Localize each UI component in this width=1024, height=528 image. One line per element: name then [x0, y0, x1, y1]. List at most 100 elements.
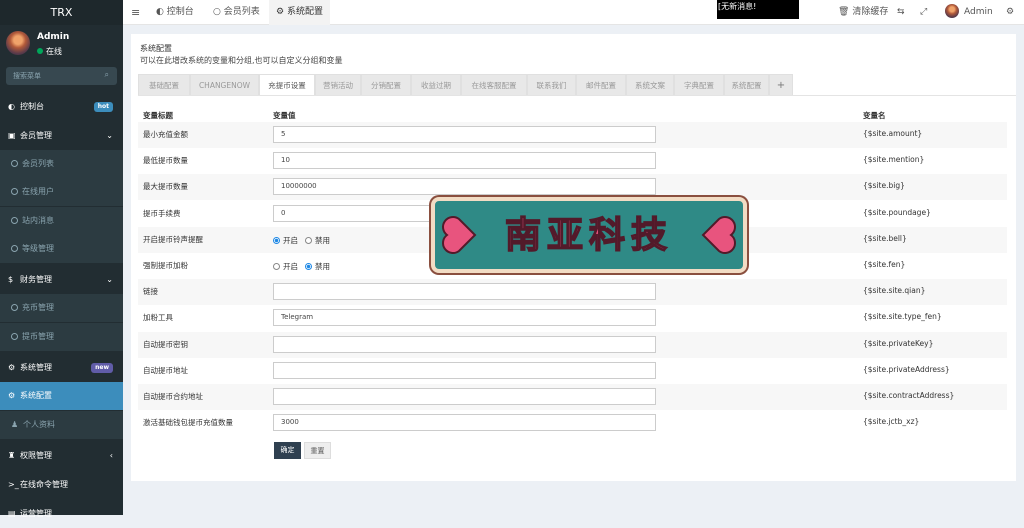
user-panel: Admin 在线	[0, 25, 123, 63]
header-title: 变量标题	[143, 111, 173, 120]
user-menu[interactable]: Admin	[945, 0, 993, 25]
row-variable-name: {$site.privateAddress}	[863, 364, 950, 374]
settings-icon[interactable]: ⚙	[1006, 0, 1014, 25]
tab-customer-service[interactable]: 在线客服配置	[461, 74, 527, 96]
sidebar-item-dashboard[interactable]: ◐ 控制台 hot	[0, 93, 123, 121]
sidebar-item-permissions[interactable]: ♜ 权限管理 ‹	[0, 442, 123, 470]
sidebar-search[interactable]: 搜索菜单 ⌕	[6, 67, 117, 85]
trash-icon: 🗑	[838, 7, 850, 17]
sidebar-item-label: 运营管理	[20, 509, 52, 518]
tab-contact-us[interactable]: 联系我们	[527, 74, 576, 96]
dollar-icon: $	[8, 275, 14, 284]
confirm-button[interactable]: 确定	[274, 442, 301, 459]
dashboard-icon: ◐	[156, 7, 167, 17]
row-variable-name: {$site.poundage}	[863, 207, 931, 217]
hot-badge: hot	[93, 102, 113, 112]
row-label: 自动提币地址	[143, 365, 188, 375]
header-value: 变量值	[273, 111, 296, 120]
sidebar-item-label: 控制台	[20, 102, 44, 111]
row-variable-name: {$site.big}	[863, 181, 905, 191]
tab-marketing[interactable]: 营销活动	[315, 74, 361, 96]
new-badge: new	[91, 363, 113, 373]
user-menu-label: Admin	[964, 7, 993, 17]
tab-system-config[interactable]: 系统配置	[724, 74, 769, 96]
file-icon: ▤	[8, 509, 16, 518]
tab-basic-config[interactable]: 基础配置	[138, 74, 190, 96]
sidebar-item-system[interactable]: ⚙ 系统管理 new	[0, 354, 123, 382]
tab-system-config[interactable]: ⚙ 系统配置	[269, 0, 330, 25]
tab-system-text[interactable]: 系统文案	[626, 74, 674, 96]
tab-member-list[interactable]: ○ 会员列表	[208, 0, 265, 25]
row-value-input[interactable]: Telegram	[273, 309, 656, 327]
row-value-input[interactable]	[273, 388, 656, 405]
row-value-input[interactable]: 10	[273, 152, 656, 170]
sidebar-item-system-config[interactable]: ⚙ 系统配置	[0, 382, 123, 410]
circle-icon	[11, 217, 18, 224]
row-variable-name: {$site.jctb_xz}	[863, 417, 920, 427]
row-label: 自动提币密钥	[143, 339, 188, 349]
tab-dictionary[interactable]: 字典配置	[674, 74, 724, 96]
sidebar-item-members[interactable]: ▣ 会员管理 ⌄	[0, 122, 123, 150]
sidebar-item-profile[interactable]: ♟ 个人资料	[0, 411, 123, 439]
fullscreen-icon[interactable]: ⤢	[920, 0, 927, 25]
tab-dashboard[interactable]: ◐ 控制台	[151, 0, 199, 25]
tab-changenow[interactable]: CHANGENOW	[190, 74, 259, 96]
add-tab-button[interactable]: +	[769, 74, 793, 96]
row-variable-name: {$site.contractAddress}	[863, 391, 955, 400]
sidebar-item-withdrawals[interactable]: 提币管理	[0, 323, 123, 351]
row-value-input[interactable]	[273, 361, 656, 379]
sidebar-item-label: 系统管理	[20, 363, 52, 372]
clear-cache-button[interactable]: 🗑 清除缓存	[838, 0, 888, 25]
tab-label: 系统配置	[286, 7, 323, 17]
cog-icon: ⚙	[276, 7, 287, 17]
page-title: 系统配置	[140, 44, 172, 53]
tab-distribution[interactable]: 分销配置	[361, 74, 411, 96]
sidebar-item-levels[interactable]: 等级管理	[0, 235, 123, 263]
table-row: 激活基础钱包提币充值数量 3000 {$site.jctb_xz}	[138, 410, 1007, 436]
radio-icon[interactable]	[305, 263, 312, 270]
user-name: Admin	[37, 32, 70, 42]
app-logo[interactable]: TRX	[0, 0, 123, 25]
radio-label: 禁用	[315, 262, 330, 271]
sidebar-item-messages[interactable]: 站内消息	[0, 207, 123, 235]
row-label: 激活基础钱包提币充值数量	[143, 418, 233, 428]
chevron-down-icon: ⌄	[106, 131, 113, 140]
search-icon[interactable]: ⌕	[105, 70, 109, 80]
sidebar-item-finance[interactable]: $ 财务管理 ⌄	[0, 266, 123, 294]
radio-icon[interactable]	[273, 236, 280, 244]
radio-disable[interactable]: 禁用	[305, 235, 330, 246]
sidebar-item-label: 权限管理	[20, 451, 52, 460]
row-value-input[interactable]: 3000	[273, 414, 656, 432]
tab-income-expiry[interactable]: 收益过期	[411, 74, 461, 96]
sidebar-item-member-list[interactable]: 会员列表	[0, 150, 123, 178]
sidebar-item-commands[interactable]: >_在线命令管理	[0, 471, 123, 499]
radio-icon[interactable]	[305, 236, 312, 244]
radio-enable[interactable]: 开启	[273, 235, 298, 246]
translate-icon[interactable]: ⇆	[897, 0, 905, 25]
top-bar: ≡ ◐ 控制台 ○ 会员列表 ⚙ 系统配置 [无新消息! 🗑 清除缓存 ⇆ ⤢ …	[123, 0, 1024, 25]
dashboard-icon: ◐	[8, 102, 15, 111]
sidebar-item-label: 会员管理	[20, 131, 52, 140]
reset-button[interactable]: 重置	[304, 442, 331, 459]
config-tabs: 基础配置 CHANGENOW 充提币设置 营销活动 分销配置 收益过期 在线客服…	[138, 74, 1016, 96]
row-value-input[interactable]	[273, 335, 656, 353]
row-value-input[interactable]: 5	[273, 126, 656, 143]
sidebar-item-label: 系统配置	[20, 391, 52, 400]
radio-disable[interactable]: 禁用	[305, 261, 330, 272]
menu-toggle-icon[interactable]: ≡	[131, 0, 140, 25]
sidebar-item-online-users[interactable]: 在线用户	[0, 178, 123, 206]
sidebar-search-input[interactable]: 搜索菜单	[13, 71, 41, 81]
row-value-input[interactable]	[273, 283, 656, 301]
sidebar-item-deposits[interactable]: 充币管理	[0, 294, 123, 322]
sidebar-item-label: 财务管理	[20, 275, 52, 284]
tab-mail-config[interactable]: 邮件配置	[576, 74, 626, 96]
row-label: 加粉工具	[143, 313, 173, 323]
radio-enable[interactable]: 开启	[273, 261, 298, 272]
row-value-input[interactable]: 10000000	[273, 178, 656, 196]
row-label: 链接	[143, 287, 158, 297]
sidebar-item-label: 在线用户	[22, 187, 54, 196]
sidebar-item-label: 提币管理	[22, 332, 54, 341]
tab-deposit-withdraw[interactable]: 充提币设置	[259, 74, 315, 96]
radio-icon[interactable]	[273, 263, 280, 270]
sidebar-item-operations[interactable]: ▤ 运营管理	[0, 500, 123, 528]
